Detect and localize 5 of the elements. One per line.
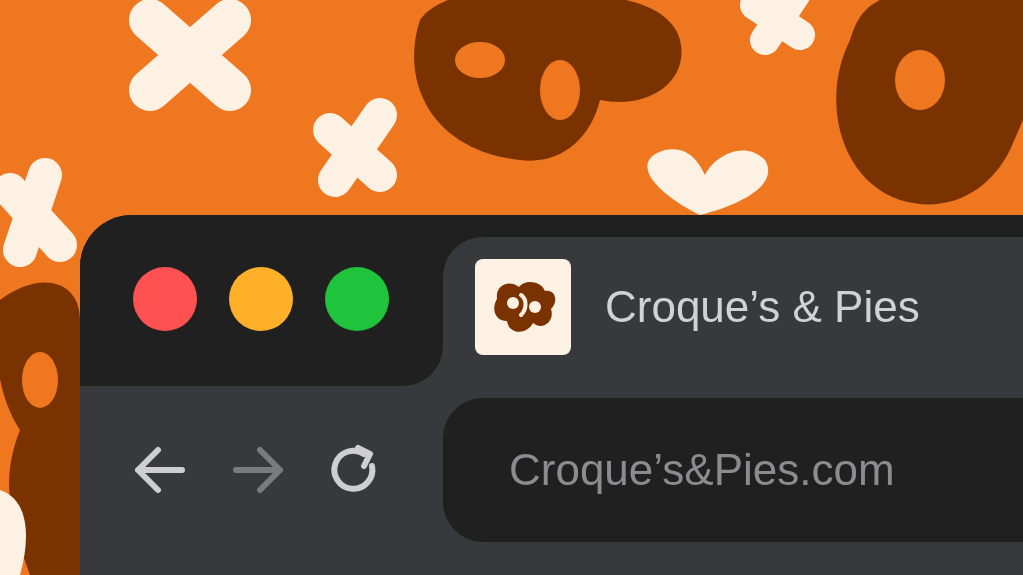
address-field[interactable]: Croque’s&Pies.com: [443, 398, 1023, 542]
browser-tab[interactable]: Croque’s & Pies: [443, 237, 1023, 386]
back-arrow-icon[interactable]: [132, 444, 188, 496]
logo-icon: [475, 258, 571, 355]
url-text: Croque’s&Pies.com: [509, 445, 895, 495]
